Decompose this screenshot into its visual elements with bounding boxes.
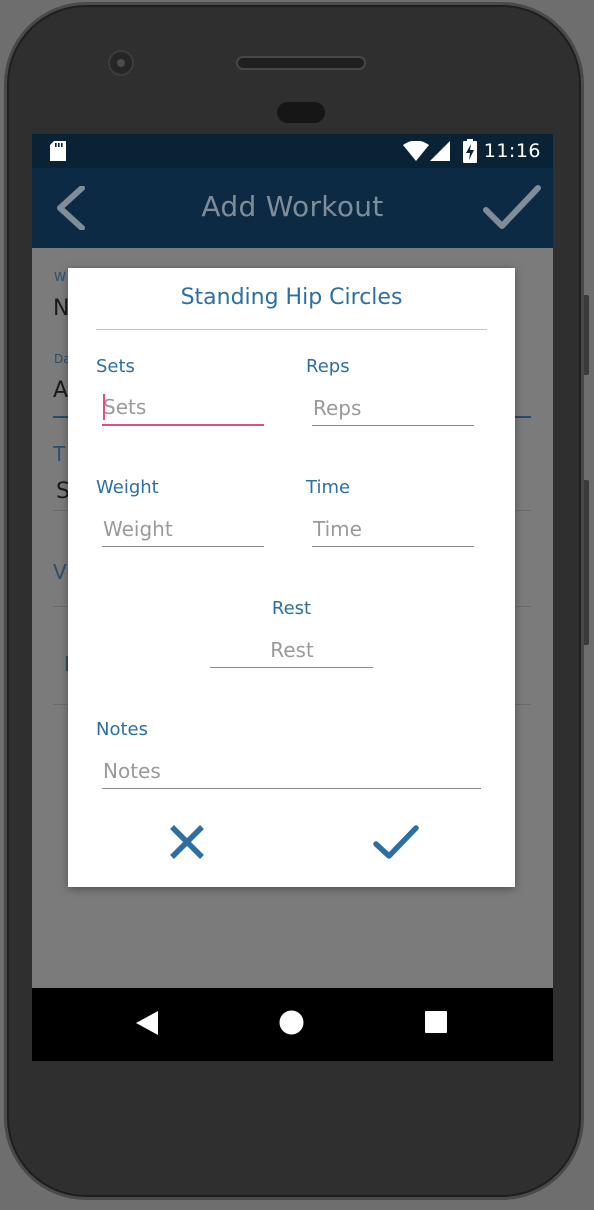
- weight-label: Weight: [96, 477, 159, 498]
- bg-field-label-large: T: [53, 442, 66, 466]
- text-cursor: [103, 394, 105, 420]
- reps-label: Reps: [306, 356, 350, 377]
- rest-label: Rest: [271, 598, 312, 619]
- status-bar: 11:16: [32, 134, 553, 168]
- status-time: 11:16: [483, 140, 541, 162]
- phone-frame: 11:16 Add Workout W N Da A T S V I Stand…: [0, 0, 594, 1210]
- rest-input[interactable]: [210, 632, 373, 668]
- check-icon: [373, 824, 419, 864]
- nav-back-icon[interactable]: [136, 1011, 158, 1039]
- cancel-button[interactable]: [157, 814, 217, 874]
- dialog-title-divider: [96, 329, 487, 330]
- nav-home-icon[interactable]: [279, 1010, 304, 1039]
- sets-input[interactable]: [102, 390, 264, 426]
- app-bar-title: Add Workout: [201, 190, 384, 223]
- cell-signal-icon: [430, 141, 452, 165]
- notes-input[interactable]: [102, 753, 481, 789]
- earpiece-speaker: [236, 56, 366, 70]
- app-bar: Add Workout: [32, 168, 553, 248]
- close-icon: [169, 824, 205, 864]
- save-check-icon[interactable]: [482, 184, 542, 236]
- front-camera: [108, 50, 134, 76]
- sd-card-icon: [50, 141, 66, 165]
- confirm-button[interactable]: [366, 814, 426, 874]
- wifi-icon: [403, 140, 429, 165]
- bg-section-label: V: [53, 560, 67, 584]
- time-input[interactable]: [312, 511, 474, 547]
- bg-field-value: A: [53, 378, 69, 403]
- exercise-dialog: Standing Hip Circles Sets Reps Weight Ti…: [68, 268, 515, 887]
- sets-label: Sets: [96, 356, 135, 377]
- weight-input[interactable]: [102, 511, 264, 547]
- bg-field-label: W: [54, 270, 66, 284]
- notes-label: Notes: [96, 719, 148, 740]
- reps-input[interactable]: [312, 390, 474, 426]
- navigation-bar: [32, 988, 553, 1061]
- time-label: Time: [306, 477, 351, 498]
- proximity-sensor: [277, 102, 325, 123]
- dialog-title: Standing Hip Circles: [180, 285, 403, 310]
- bg-field-value: N: [53, 296, 70, 321]
- battery-charging-icon: [463, 139, 477, 167]
- nav-recents-icon[interactable]: [425, 1011, 447, 1037]
